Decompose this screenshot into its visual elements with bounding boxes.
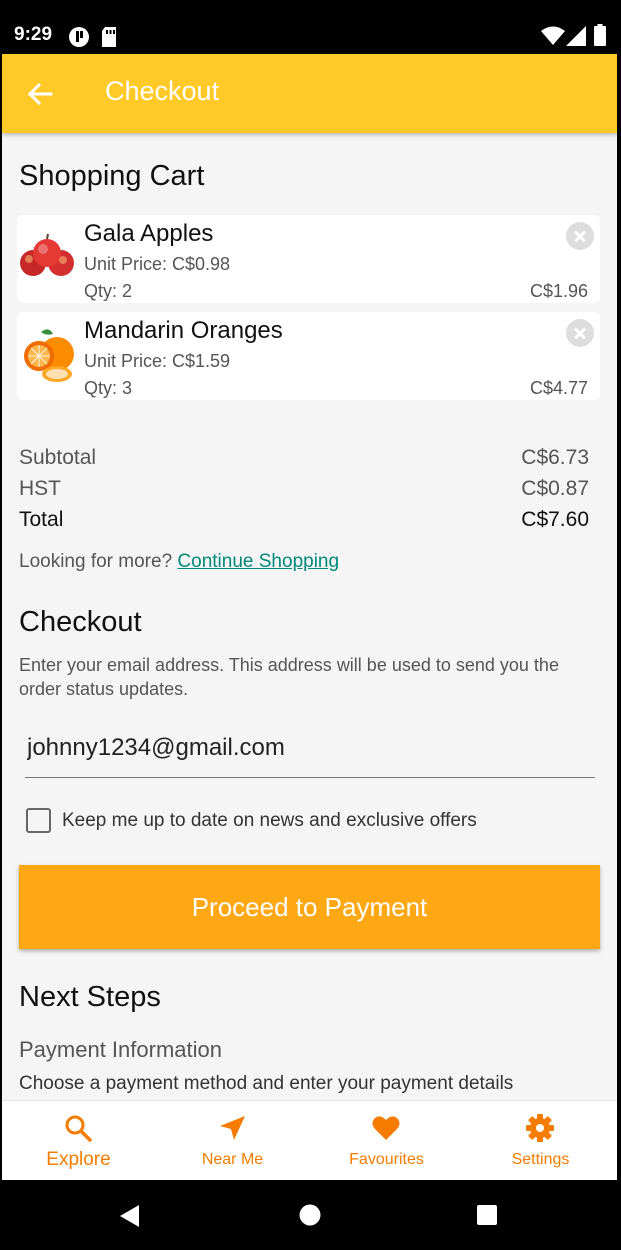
orange-image <box>24 329 74 382</box>
continue-shopping-prompt: Looking for more? Continue Shopping <box>19 551 339 573</box>
gear-icon <box>526 1114 554 1142</box>
total-row: Total C$7.60 <box>19 508 589 532</box>
more-text: Looking for more? <box>19 551 178 572</box>
checkout-heading: Checkout <box>19 606 142 638</box>
continue-shopping-link[interactable]: Continue Shopping <box>177 551 339 572</box>
total-label: Total <box>19 508 64 531</box>
app-bar: Checkout <box>2 54 617 133</box>
hst-row: HST C$0.87 <box>19 477 589 501</box>
cart-heading: Shopping Cart <box>19 160 205 192</box>
cart-item: Mandarin Oranges Unit Price: C$1.59 Qty:… <box>17 312 600 400</box>
newsletter-checkbox[interactable] <box>26 808 51 833</box>
wifi-icon <box>541 26 565 45</box>
main-content[interactable]: Shopping Cart Gala Apples Unit Price: C$… <box>2 133 617 1100</box>
item-quantity: Qty: 3 <box>84 378 133 398</box>
remove-item-button[interactable] <box>566 319 594 347</box>
subtotal-value: C$6.73 <box>521 446 589 469</box>
item-name: Mandarin Oranges <box>84 317 283 344</box>
notification-icon <box>69 27 89 47</box>
signal-icon <box>566 26 586 46</box>
nav-label-near-me: Near Me <box>201 1151 264 1168</box>
nav-near-me[interactable]: Near Me <box>156 1101 309 1181</box>
remove-item-button[interactable] <box>566 222 594 250</box>
hst-value: C$0.87 <box>521 477 589 500</box>
nav-label-explore: Explore <box>46 1149 111 1170</box>
item-total: C$4.77 <box>529 378 588 398</box>
status-bar: 9:29 <box>0 0 621 54</box>
step-description: Choose a payment method and enter your p… <box>19 1073 514 1094</box>
next-steps-heading: Next Steps <box>19 981 161 1013</box>
nav-settings[interactable]: Settings <box>464 1101 617 1181</box>
item-quantity: Qty: 2 <box>84 281 133 301</box>
step-title: Payment Information <box>19 1037 222 1062</box>
search-icon <box>65 1115 92 1142</box>
item-unit-price: Unit Price: C$1.59 <box>84 351 231 371</box>
back-button[interactable] <box>20 74 60 114</box>
email-field[interactable] <box>25 718 595 778</box>
heart-icon <box>372 1116 400 1140</box>
subtotal-label: Subtotal <box>19 446 97 469</box>
item-name: Gala Apples <box>84 220 214 247</box>
cart-item: Gala Apples Unit Price: C$0.98 Qty: 2 C$… <box>17 215 600 303</box>
sd-card-icon <box>102 27 116 47</box>
status-time: 9:29 <box>14 24 53 45</box>
recents-square-icon[interactable] <box>476 1204 498 1226</box>
nav-favourites[interactable]: Favourites <box>310 1101 463 1181</box>
email-description: Enter your email address. This address w… <box>19 655 559 699</box>
arrow-back-icon <box>27 82 53 106</box>
apple-image <box>20 233 74 276</box>
bottom-nav: Explore Near Me Favourites Settings <box>2 1100 617 1180</box>
newsletter-label: Keep me up to date on news and exclusive… <box>62 810 477 831</box>
navigation-icon <box>220 1116 245 1140</box>
item-total: C$1.96 <box>529 281 588 301</box>
home-circle-icon[interactable] <box>298 1203 322 1227</box>
total-value: C$7.60 <box>521 508 589 531</box>
page-title: Checkout <box>105 76 220 106</box>
system-nav-bar <box>0 1180 621 1250</box>
nav-label-favourites: Favourites <box>349 1151 424 1168</box>
proceed-to-payment-button[interactable]: Proceed to Payment <box>19 865 600 949</box>
nav-label-settings: Settings <box>511 1151 570 1168</box>
battery-icon <box>594 24 606 46</box>
hst-label: HST <box>19 477 61 500</box>
subtotal-row: Subtotal C$6.73 <box>19 446 589 470</box>
item-unit-price: Unit Price: C$0.98 <box>84 254 231 274</box>
nav-explore[interactable]: Explore <box>2 1101 155 1181</box>
back-triangle-icon[interactable] <box>119 1204 141 1228</box>
